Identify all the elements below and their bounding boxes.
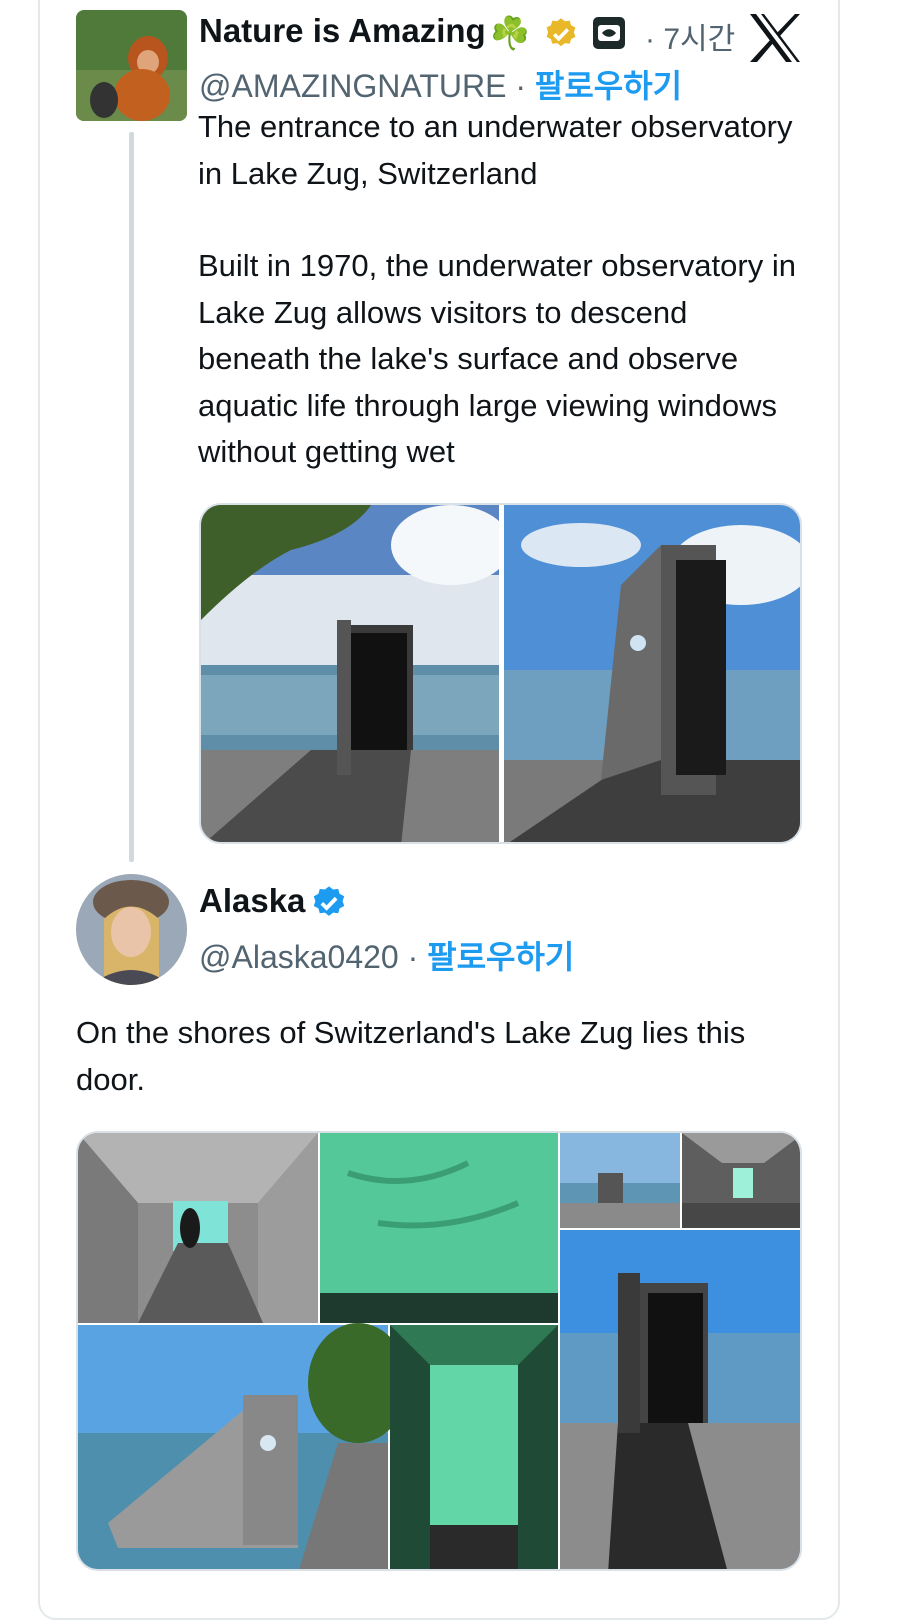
photo-underwater-viewing-window[interactable] <box>390 1325 558 1571</box>
gold-verified-badge-icon <box>543 16 579 57</box>
photo-door-lake-side[interactable] <box>504 505 802 844</box>
photo-tunnel-light[interactable] <box>682 1133 802 1228</box>
tweet-timestamp[interactable]: · 7시간 <box>645 14 735 58</box>
tweet-text: On the shores of Switzerland's Lake Zug … <box>76 1015 746 1097</box>
tweet-media-grid <box>199 503 802 844</box>
photo-staircase-tunnel[interactable] <box>78 1133 318 1323</box>
photo-underwater-window[interactable] <box>320 1133 558 1323</box>
display-name[interactable]: Nature is Amazing <box>199 12 486 50</box>
photo-observatory-exterior[interactable] <box>560 1133 680 1228</box>
user-handle[interactable]: @Alaska0420 <box>199 939 399 975</box>
tweet-text-line1: The entrance to an underwater observator… <box>198 109 793 191</box>
shamrock-emoji: ☘️ <box>490 15 530 51</box>
photo-structure-waterside[interactable] <box>78 1323 408 1571</box>
handle-row: @Alaska0420 · 팔로우하기 <box>199 932 574 978</box>
thread-connector-line <box>129 132 134 862</box>
user-handle[interactable]: @AMAZINGNATURE <box>199 68 506 104</box>
photo-door-lake-sunny[interactable] <box>201 505 511 844</box>
display-name[interactable]: Alaska <box>199 882 305 920</box>
avatar[interactable] <box>76 10 187 121</box>
tweet-media-collage <box>76 1131 802 1571</box>
separator: · <box>515 68 526 104</box>
affiliate-badge-icon <box>592 16 626 55</box>
handle-row: @AMAZINGNATURE · 팔로우하기 <box>199 61 682 107</box>
follow-button[interactable]: 팔로우하기 <box>427 939 574 975</box>
blue-verified-badge-icon <box>310 884 348 927</box>
photo-door-promenade[interactable] <box>560 1230 802 1571</box>
follow-button[interactable]: 팔로우하기 <box>535 68 682 104</box>
avatar[interactable] <box>76 874 187 985</box>
separator: · <box>407 939 419 975</box>
x-logo-icon[interactable] <box>748 12 802 64</box>
tweet-text-line2: Built in 1970, the underwater observator… <box>198 248 796 469</box>
